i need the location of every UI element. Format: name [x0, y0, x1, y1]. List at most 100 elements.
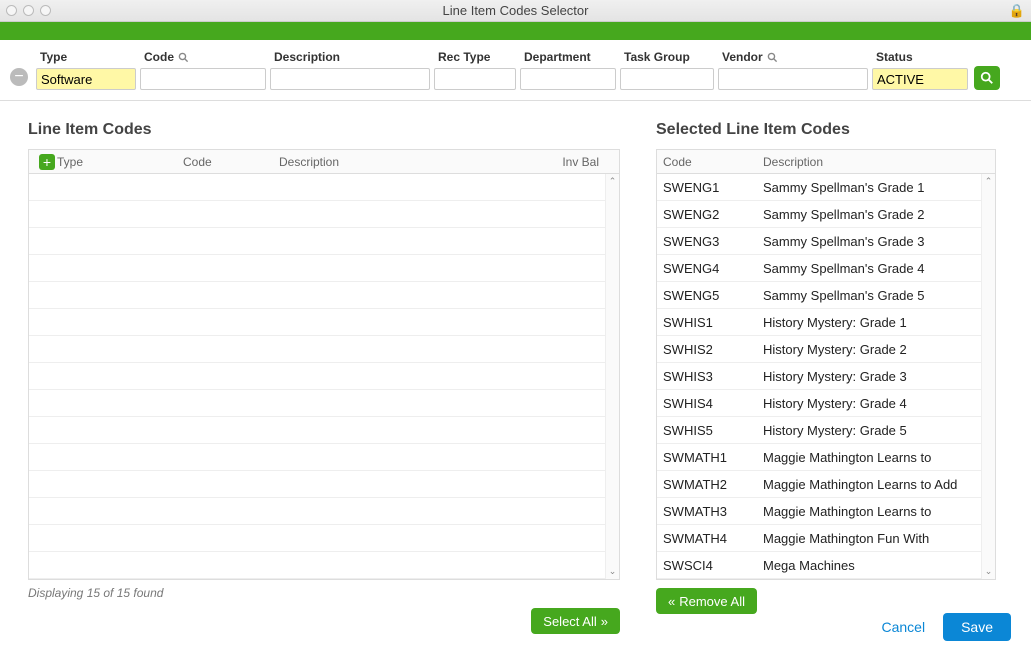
table-row[interactable]: SWMATH2Maggie Mathington Learns to Add	[657, 471, 995, 498]
cell-code: SWMATH2	[657, 477, 757, 492]
table-row[interactable]	[29, 444, 619, 471]
cell-code: SWHIS4	[657, 396, 757, 411]
table-row[interactable]	[29, 255, 619, 282]
cell-description: Sammy Spellman's Grade 1	[757, 180, 981, 195]
filter-input-rectype[interactable]	[434, 68, 516, 90]
cell-code: SWENG1	[657, 180, 757, 195]
right-th-code[interactable]: Code	[657, 155, 757, 169]
filter-input-type[interactable]	[36, 68, 136, 90]
filter-bar: − Type Code Description Rec Type Departm…	[0, 40, 1031, 101]
table-row[interactable]: SWENG3Sammy Spellman's Grade 3	[657, 228, 995, 255]
cell-code: SWHIS2	[657, 342, 757, 357]
table-row[interactable]: SWMATH3Maggie Mathington Learns to	[657, 498, 995, 525]
cell-description: Maggie Mathington Learns to	[757, 450, 981, 465]
right-th-description[interactable]: Description	[757, 155, 981, 169]
table-row[interactable]	[29, 498, 619, 525]
cell-code: SWMATH1	[657, 450, 757, 465]
select-all-button[interactable]: Select All »	[531, 608, 620, 634]
table-row[interactable]: SWHIS1History Mystery: Grade 1	[657, 309, 995, 336]
table-row[interactable]	[29, 552, 619, 579]
left-th-type[interactable]: Type	[51, 155, 177, 169]
scrollbar[interactable]: ⌃ ⌄	[981, 174, 995, 579]
filter-input-vendor[interactable]	[718, 68, 868, 90]
select-all-label: Select All	[543, 614, 596, 629]
chevron-double-right-icon: »	[601, 614, 608, 629]
cell-code: SWHIS1	[657, 315, 757, 330]
filter-input-description[interactable]	[270, 68, 430, 90]
table-row[interactable]	[29, 282, 619, 309]
table-row[interactable]: SWENG1Sammy Spellman's Grade 1	[657, 174, 995, 201]
left-th-code[interactable]: Code	[177, 155, 273, 169]
remove-filter-row-button[interactable]: −	[10, 68, 28, 86]
table-row[interactable]	[29, 471, 619, 498]
cell-description: Sammy Spellman's Grade 5	[757, 288, 981, 303]
window-title: Line Item Codes Selector	[0, 3, 1031, 18]
left-table-header: + Type Code Description Inv Bal	[29, 150, 619, 174]
filter-input-taskgroup[interactable]	[620, 68, 714, 90]
table-row[interactable]: SWMATH4Maggie Mathington Fun With	[657, 525, 995, 552]
left-th-description[interactable]: Description	[273, 155, 545, 169]
table-row[interactable]: SWMATH1Maggie Mathington Learns to	[657, 444, 995, 471]
table-row[interactable]	[29, 309, 619, 336]
left-panel-title: Line Item Codes	[28, 121, 620, 139]
chevron-down-icon: ⌄	[609, 566, 617, 577]
cell-code: SWENG3	[657, 234, 757, 249]
chevron-up-icon: ⌃	[985, 176, 993, 187]
table-row[interactable]: SWENG5Sammy Spellman's Grade 5	[657, 282, 995, 309]
filter-input-status[interactable]	[872, 68, 968, 90]
table-row[interactable]: SWENG2Sammy Spellman's Grade 2	[657, 201, 995, 228]
table-row[interactable]	[29, 174, 619, 201]
table-row[interactable]: SWHIS5History Mystery: Grade 5	[657, 417, 995, 444]
cell-code: SWMATH4	[657, 531, 757, 546]
cell-description: Maggie Mathington Learns to Add	[757, 477, 981, 492]
right-panel-title: Selected Line Item Codes	[656, 121, 996, 139]
table-row[interactable]	[29, 525, 619, 552]
window-title-bar: Line Item Codes Selector 🔒	[0, 0, 1031, 22]
save-button[interactable]: Save	[943, 613, 1011, 641]
table-row[interactable]: SWSCI4Mega Machines	[657, 552, 995, 579]
cell-code: SWSCI4	[657, 558, 757, 573]
filter-input-code[interactable]	[140, 68, 266, 90]
chevron-down-icon: ⌄	[985, 566, 993, 577]
lock-icon: 🔒	[1009, 3, 1025, 19]
accent-bar	[0, 22, 1031, 40]
left-th-invbal[interactable]: Inv Bal	[545, 155, 605, 169]
cell-description: History Mystery: Grade 1	[757, 315, 981, 330]
table-row[interactable]	[29, 363, 619, 390]
cell-description: History Mystery: Grade 5	[757, 423, 981, 438]
table-row[interactable]: SWHIS4History Mystery: Grade 4	[657, 390, 995, 417]
cell-description: Maggie Mathington Fun With	[757, 531, 981, 546]
scrollbar[interactable]: ⌃ ⌄	[605, 174, 619, 579]
cell-code: SWMATH3	[657, 504, 757, 519]
cell-description: History Mystery: Grade 4	[757, 396, 981, 411]
filter-label-code-text: Code	[144, 50, 174, 64]
filter-label-description: Description	[270, 46, 430, 68]
right-table-body: SWENG1Sammy Spellman's Grade 1SWENG2Samm…	[657, 174, 995, 579]
table-row[interactable]	[29, 201, 619, 228]
table-row[interactable]	[29, 390, 619, 417]
cell-description: Maggie Mathington Learns to	[757, 504, 981, 519]
cell-description: Sammy Spellman's Grade 2	[757, 207, 981, 222]
cell-code: SWHIS3	[657, 369, 757, 384]
cancel-button[interactable]: Cancel	[881, 619, 925, 635]
table-row[interactable]: SWHIS2History Mystery: Grade 2	[657, 336, 995, 363]
cell-code: SWENG2	[657, 207, 757, 222]
cell-code: SWENG4	[657, 261, 757, 276]
table-row[interactable]	[29, 336, 619, 363]
table-row[interactable]	[29, 417, 619, 444]
cell-code: SWHIS5	[657, 423, 757, 438]
remove-all-label: Remove All	[679, 594, 745, 609]
table-row[interactable]: SWENG4Sammy Spellman's Grade 4	[657, 255, 995, 282]
table-row[interactable]: SWHIS3History Mystery: Grade 3	[657, 363, 995, 390]
filter-label-status: Status	[872, 46, 968, 68]
cell-description: Mega Machines	[757, 558, 981, 573]
filter-input-department[interactable]	[520, 68, 616, 90]
filter-label-taskgroup: Task Group	[620, 46, 714, 68]
table-row[interactable]	[29, 228, 619, 255]
footer-actions: Cancel Save	[881, 613, 1011, 641]
cell-description: Sammy Spellman's Grade 3	[757, 234, 981, 249]
search-icon	[980, 71, 994, 85]
chevron-up-icon: ⌃	[609, 176, 617, 187]
search-button[interactable]	[974, 66, 1000, 90]
remove-all-button[interactable]: « Remove All	[656, 588, 757, 614]
